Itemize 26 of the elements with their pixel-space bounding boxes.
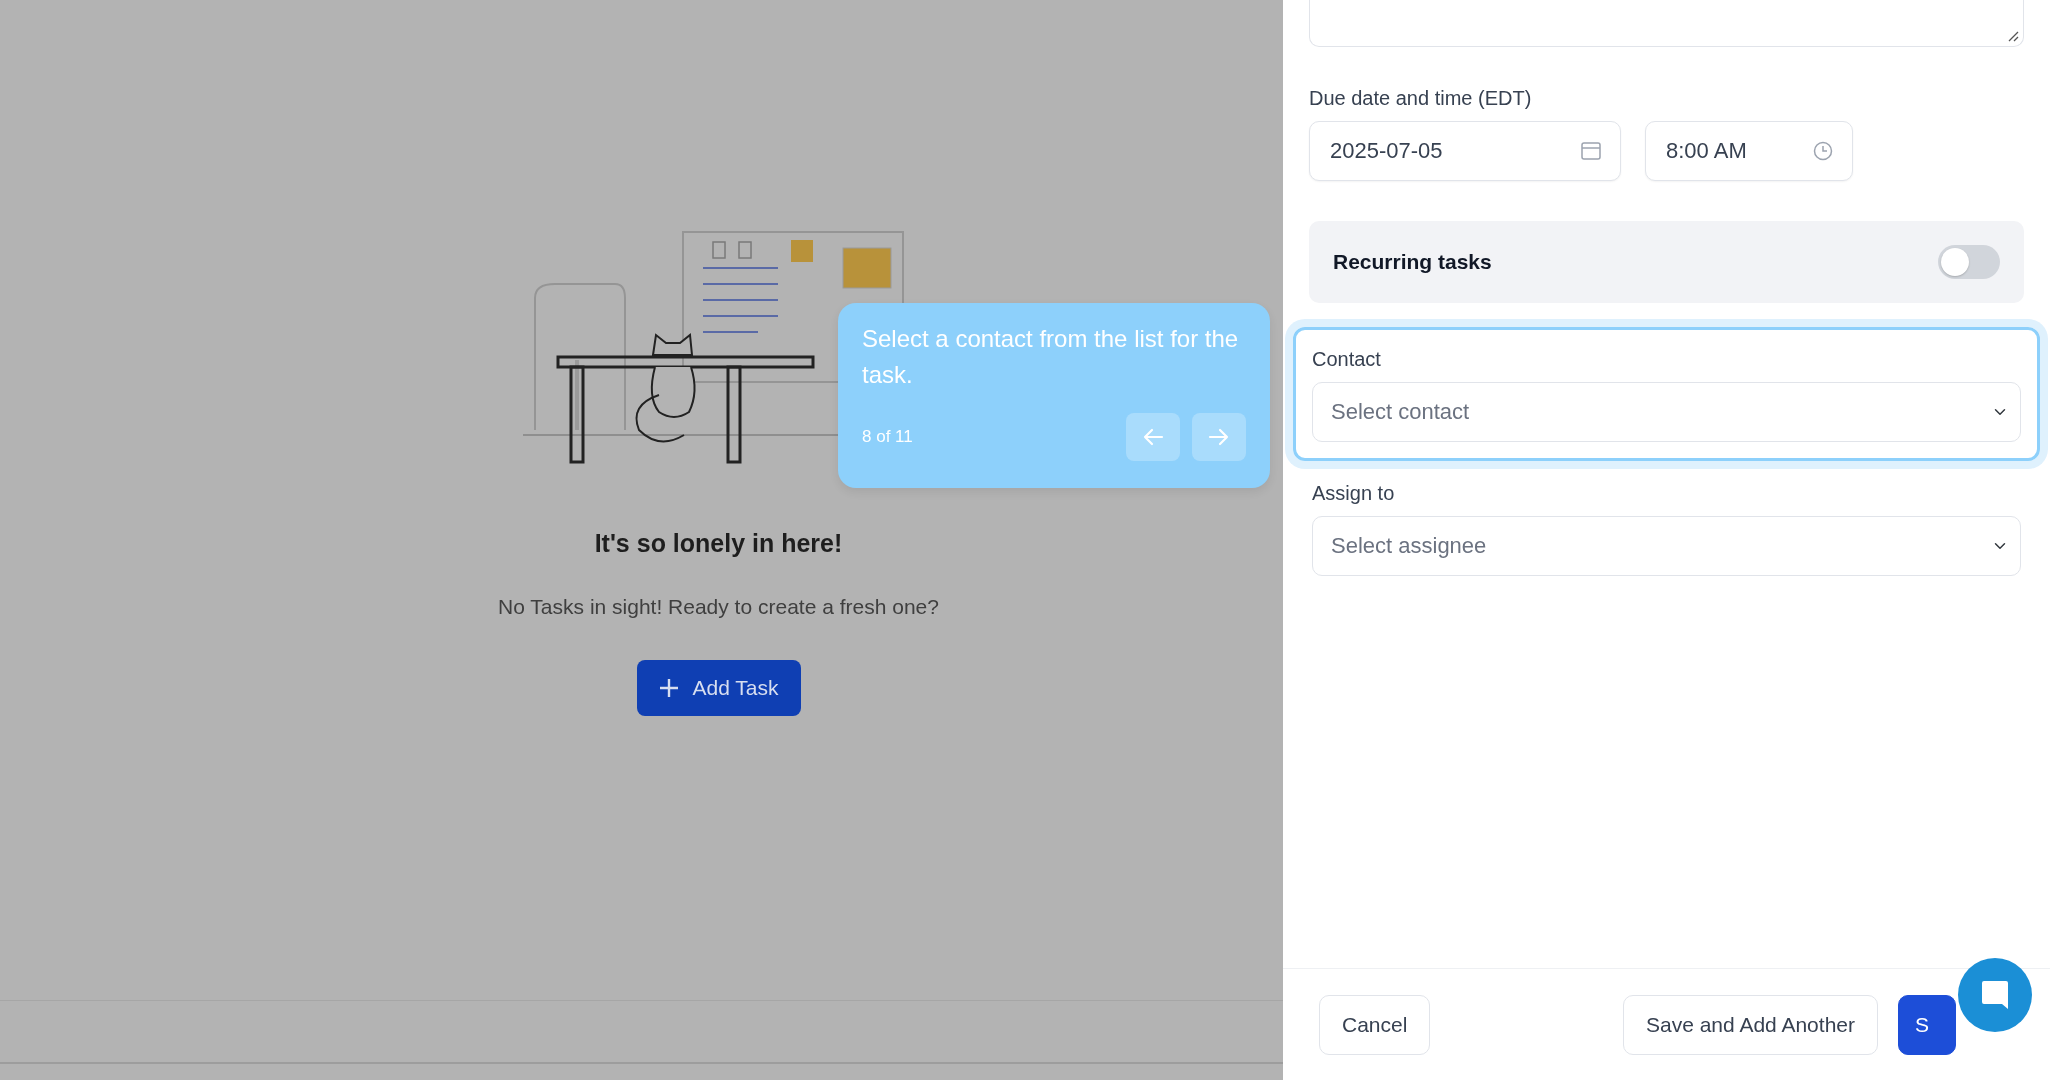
- add-task-button[interactable]: Add Task: [636, 660, 801, 716]
- select-field[interactable]: Select contact: [1312, 382, 2021, 442]
- plus-icon: [658, 677, 679, 698]
- resize-handle-icon: [2007, 30, 2019, 42]
- step-counter: 8 of 11: [862, 426, 914, 449]
- field-label: Contact: [1312, 347, 1382, 372]
- chat-icon: [1980, 979, 2010, 1011]
- recurring-label: Recurring tasks: [1333, 249, 1493, 276]
- save-and-add-button[interactable]: Save and Add Another: [1623, 994, 1878, 1055]
- field-label: Due date and time (EDT): [1309, 86, 1533, 111]
- cancel-button[interactable]: Cancel: [1319, 994, 1431, 1055]
- previous-button[interactable]: [1126, 413, 1180, 461]
- arrow-left-icon: [1142, 428, 1164, 446]
- toggle-switch[interactable]: [1938, 245, 2000, 279]
- field-label: Assign to: [1312, 481, 1396, 506]
- arrow-right-icon: [1208, 428, 1230, 446]
- calendar-icon: [1581, 141, 1601, 161]
- tooltip-text: Select a contact from the list for the task.: [862, 324, 1240, 390]
- next-button[interactable]: [1192, 413, 1246, 461]
- save-button[interactable]: S: [1898, 994, 1956, 1055]
- empty-state-message: No Tasks in sight! Ready to create a fresh one?: [498, 593, 939, 620]
- select-field[interactable]: Select assignee: [1312, 516, 2021, 576]
- time-field[interactable]: 8:00 AM: [1645, 121, 1853, 181]
- empty-state-title: It's so lonely in here!: [594, 528, 843, 559]
- clock-icon: [1813, 141, 1833, 161]
- date-field[interactable]: 2025-07-05: [1309, 121, 1621, 181]
